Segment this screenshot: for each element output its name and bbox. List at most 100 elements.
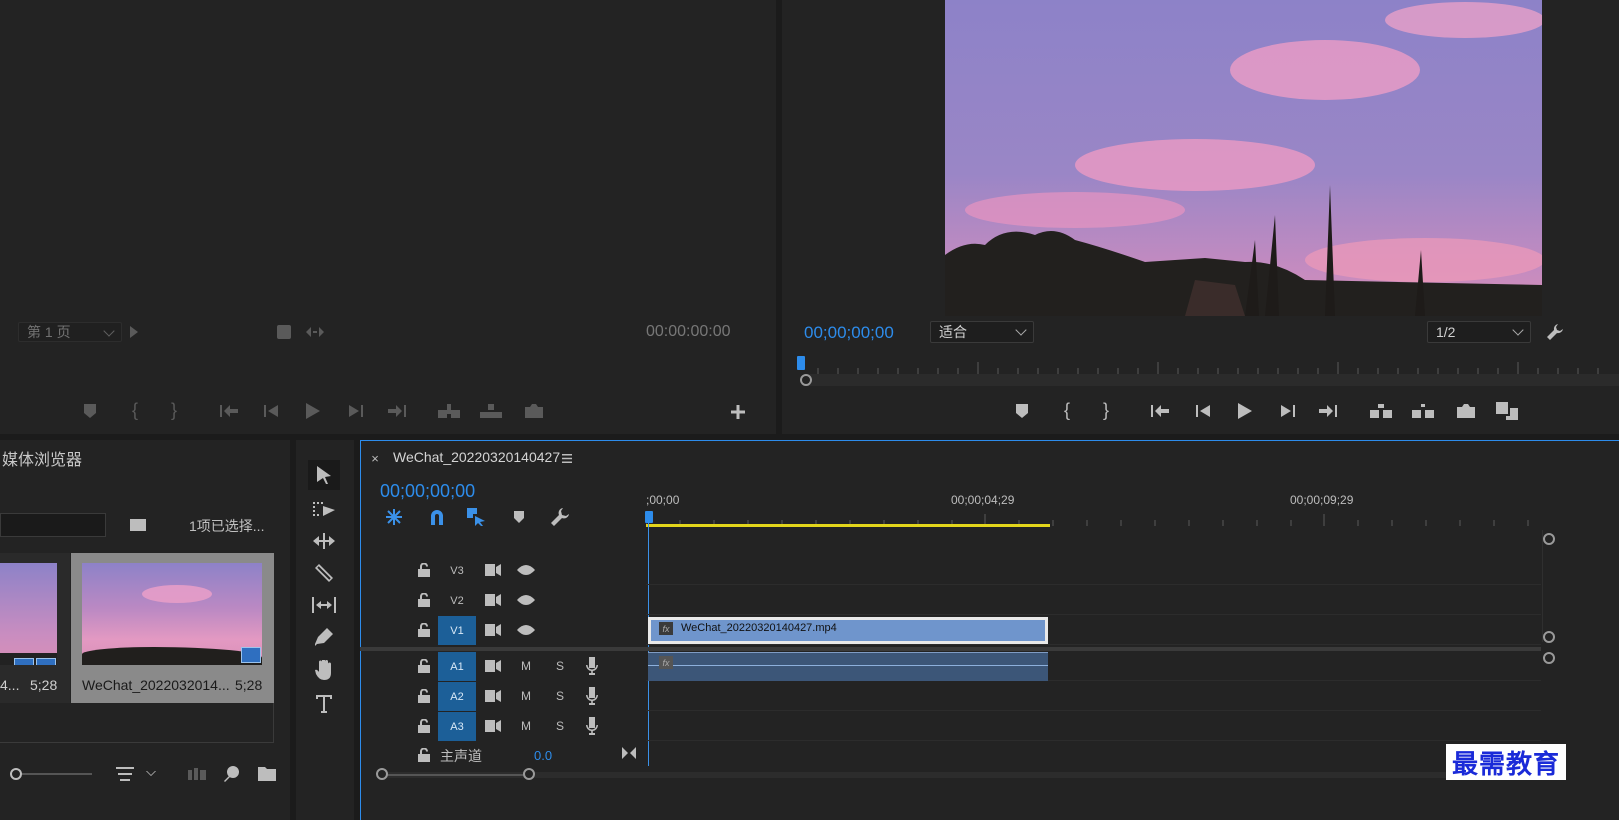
video-scroll-track[interactable] <box>1542 530 1556 642</box>
wrench-icon[interactable] <box>1544 321 1566 343</box>
search-icon[interactable] <box>222 764 242 784</box>
timeline-zoom-handle-left[interactable] <box>376 768 388 780</box>
media-item[interactable]: WeChat_2022032014... 5;28 <box>71 553 274 703</box>
export-frame-square-icon[interactable] <box>275 323 293 341</box>
lock-icon[interactable] <box>416 562 432 578</box>
microphone-icon[interactable] <box>582 716 602 736</box>
fit-dropdown[interactable]: 适合 <box>930 321 1034 343</box>
lane-v3[interactable] <box>646 556 1541 585</box>
timeline-zoom-handle-right[interactable] <box>523 768 535 780</box>
mark-out-icon[interactable]: } <box>1097 398 1115 422</box>
lane-a2[interactable] <box>646 682 1541 711</box>
timeline-zoom-bar[interactable] <box>382 772 1542 778</box>
audio-scroll-handle-top[interactable] <box>1543 652 1555 664</box>
track-label[interactable]: A2 <box>438 682 476 711</box>
zoom-slider-handle[interactable] <box>10 768 22 780</box>
lane-a3[interactable] <box>646 712 1541 741</box>
sync-lock-icon[interactable] <box>484 718 502 734</box>
insert-arrows-icon[interactable] <box>304 323 326 341</box>
microphone-icon[interactable] <box>582 686 602 706</box>
track-label[interactable]: V1 <box>438 616 476 645</box>
lock-icon[interactable] <box>416 747 432 763</box>
extract-icon[interactable] <box>1410 400 1436 422</box>
camera-icon[interactable] <box>1454 400 1478 422</box>
add-button-icon[interactable] <box>728 402 748 422</box>
timeline-playhead[interactable] <box>645 511 653 523</box>
lock-icon[interactable] <box>416 592 432 608</box>
program-playhead[interactable] <box>797 356 805 370</box>
video-scroll-handle-bottom[interactable] <box>1543 631 1555 643</box>
play-icon[interactable] <box>1234 400 1256 422</box>
solo-button[interactable]: S <box>550 656 570 676</box>
video-clip[interactable]: fx WeChat_20220320140427.mp4 <box>648 617 1048 644</box>
sync-lock-icon[interactable] <box>484 658 502 674</box>
lift-icon[interactable] <box>1368 400 1394 422</box>
program-zoom-bar[interactable] <box>804 374 1619 386</box>
timeline-timecode[interactable]: 00;00;00;00 <box>380 481 475 502</box>
video-audio-divider[interactable] <box>360 647 1541 651</box>
play-icon[interactable] <box>302 400 324 422</box>
freeform-view-icon[interactable] <box>186 766 208 782</box>
page-dropdown[interactable]: 第 1 页 <box>18 322 122 342</box>
go-to-edge-icon[interactable] <box>620 745 638 761</box>
solo-button[interactable]: S <box>550 716 570 736</box>
program-zoom-handle[interactable] <box>800 374 812 386</box>
zoom-slider-track[interactable] <box>22 773 92 775</box>
track-header-master[interactable]: 主声道 0.0 <box>360 742 646 768</box>
timeline-zoom-range[interactable] <box>382 774 529 776</box>
ripple-edit-tool-icon[interactable] <box>308 528 340 554</box>
eye-icon[interactable] <box>516 562 536 578</box>
sync-lock-icon[interactable] <box>484 592 502 608</box>
go-to-in-icon[interactable] <box>218 400 240 422</box>
track-header-v3[interactable]: V3 <box>360 556 646 585</box>
track-label[interactable]: A1 <box>438 652 476 681</box>
add-marker-icon[interactable] <box>1012 400 1032 422</box>
list-view-icon[interactable] <box>114 766 136 782</box>
nest-toggle-icon[interactable] <box>383 507 405 527</box>
sequence-tab-title[interactable]: WeChat_20220320140427 <box>393 449 560 465</box>
overwrite-icon[interactable] <box>478 400 504 422</box>
lane-v2[interactable] <box>646 586 1541 615</box>
search-input[interactable] <box>0 513 106 537</box>
solo-button[interactable]: S <box>550 686 570 706</box>
sync-lock-icon[interactable] <box>484 622 502 638</box>
insert-icon[interactable] <box>436 400 462 422</box>
lock-icon[interactable] <box>416 718 432 734</box>
close-icon[interactable]: × <box>368 450 382 466</box>
add-marker-icon[interactable] <box>509 507 529 527</box>
hand-tool-icon[interactable] <box>308 656 340 684</box>
program-ruler[interactable] <box>798 358 1619 374</box>
chevron-down-icon[interactable] <box>144 766 158 782</box>
eye-icon[interactable] <box>516 592 536 608</box>
camera-icon[interactable] <box>522 400 546 422</box>
audio-clip[interactable]: fx <box>648 652 1048 681</box>
mute-button[interactable]: M <box>516 716 536 736</box>
linked-selection-icon[interactable] <box>465 507 487 527</box>
selection-tool-icon[interactable] <box>308 460 340 490</box>
master-volume-value[interactable]: 0.0 <box>534 748 552 763</box>
track-header-a3[interactable]: A3 M S <box>360 712 646 741</box>
panel-menu-icon[interactable] <box>560 451 574 465</box>
sync-lock-icon[interactable] <box>484 562 502 578</box>
mark-out-icon[interactable]: } <box>165 398 183 422</box>
mark-in-icon[interactable]: { <box>1058 398 1076 422</box>
eye-icon[interactable] <box>516 622 536 638</box>
lock-icon[interactable] <box>416 688 432 704</box>
program-timecode[interactable]: 00;00;00;00 <box>804 323 894 343</box>
track-select-tool-icon[interactable] <box>308 496 340 522</box>
add-marker-icon[interactable] <box>80 400 100 422</box>
track-label[interactable]: V3 <box>438 556 476 585</box>
media-browser-tab[interactable]: 媒体浏览器 <box>2 446 82 470</box>
pen-tool-icon[interactable] <box>308 624 340 650</box>
mute-button[interactable]: M <box>516 656 536 676</box>
microphone-icon[interactable] <box>582 656 602 676</box>
track-header-a2[interactable]: A2 M S <box>360 682 646 711</box>
mute-button[interactable]: M <box>516 686 536 706</box>
time-ruler[interactable]: ;00;00 00;00;04;29 00;00;09;29 <box>646 488 1568 528</box>
step-back-icon[interactable] <box>260 400 282 422</box>
folder-icon[interactable] <box>256 764 278 784</box>
play-triangle-icon[interactable] <box>128 324 140 340</box>
video-scroll-handle-top[interactable] <box>1543 533 1555 545</box>
resolution-dropdown[interactable]: 1/2 <box>1427 321 1531 343</box>
lock-icon[interactable] <box>416 622 432 638</box>
